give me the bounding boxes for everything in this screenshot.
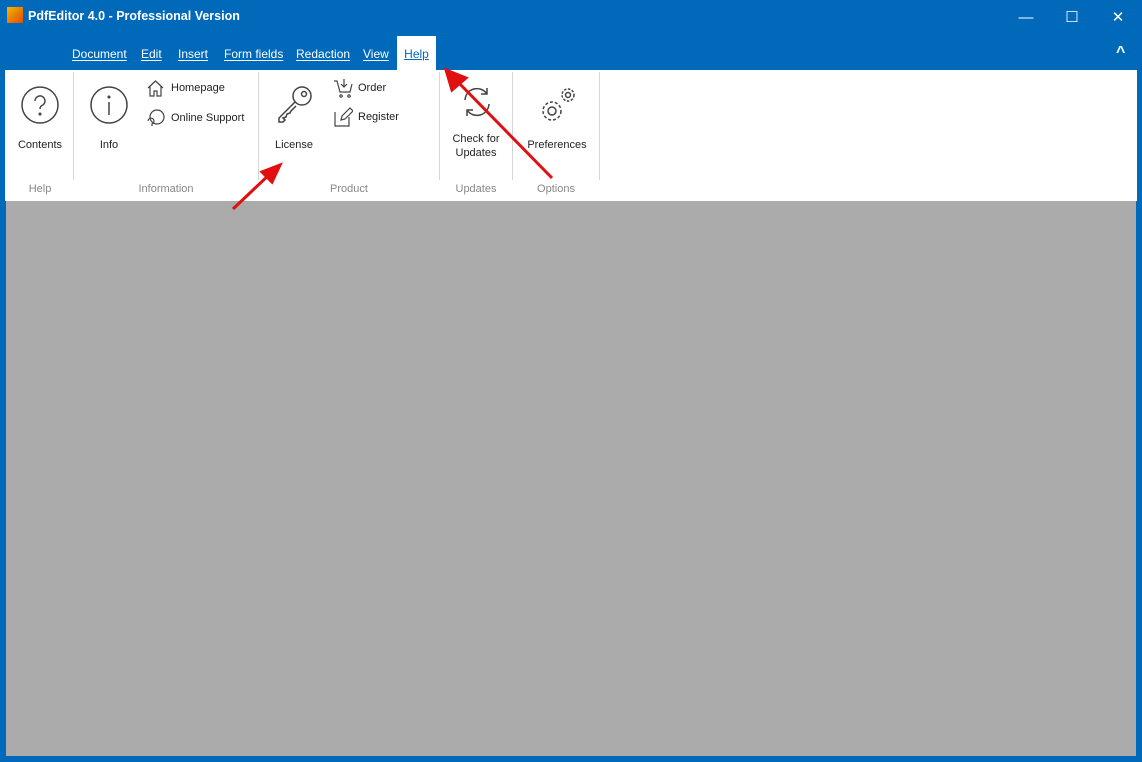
menu-edit[interactable]: Edit (141, 47, 162, 61)
maximize-button[interactable]: ☐ (1049, 0, 1095, 34)
contents-label: Contents (17, 139, 63, 151)
license-label: License (275, 139, 313, 151)
register-button[interactable]: Register (333, 107, 403, 127)
window-title: PdfEditor 4.0 - Professional Version (28, 9, 240, 23)
menu-document[interactable]: Document (72, 47, 127, 61)
document-canvas[interactable] (6, 201, 1136, 756)
menu-help[interactable]: Help (397, 36, 436, 71)
cart-icon (334, 79, 353, 98)
divider (599, 72, 600, 180)
close-button[interactable]: ✕ (1095, 0, 1141, 34)
home-icon (147, 80, 164, 97)
menu-form-fields[interactable]: Form fields (224, 47, 283, 61)
check-for-updates-button[interactable]: Check for Updates (444, 82, 508, 162)
order-button[interactable]: Order (333, 78, 393, 98)
group-help-label: Help (28, 183, 52, 195)
group-product-label: Product (330, 183, 368, 195)
divider (439, 72, 440, 180)
order-label: Order (358, 82, 387, 94)
info-icon (90, 86, 128, 124)
menu-insert[interactable]: Insert (178, 47, 208, 61)
menu-redaction[interactable]: Redaction (296, 47, 350, 61)
help-icon (21, 86, 59, 124)
key-icon (278, 86, 312, 123)
group-updates-label: Updates (455, 183, 497, 195)
divider (512, 72, 513, 180)
edit-icon (334, 107, 353, 127)
register-label: Register (358, 111, 399, 123)
updates-label: Updates (455, 147, 497, 159)
window-border (0, 756, 1142, 762)
app-logo-icon (7, 7, 23, 23)
preferences-label: Preferences (527, 139, 587, 151)
globe-help-icon (147, 109, 165, 126)
online-support-label: Online Support (171, 112, 245, 124)
homepage-button[interactable]: Homepage (146, 78, 246, 98)
divider (73, 72, 74, 180)
license-button[interactable]: License (266, 82, 322, 158)
info-button[interactable]: Info (80, 82, 138, 158)
group-options-label: Options (537, 183, 575, 195)
online-support-button[interactable]: Online Support (146, 108, 252, 128)
menu-view[interactable]: View (363, 47, 389, 61)
check-for-label: Check for (452, 133, 500, 145)
info-label: Info (99, 139, 119, 151)
contents-button[interactable]: Contents (8, 82, 72, 158)
divider (258, 72, 259, 180)
gears-icon (542, 88, 575, 121)
preferences-button[interactable]: Preferences (516, 82, 598, 158)
collapse-ribbon-button[interactable]: ^ (1116, 44, 1125, 62)
group-information-label: Information (138, 183, 194, 195)
minimize-button[interactable]: — (1003, 0, 1049, 34)
homepage-label: Homepage (171, 82, 225, 94)
refresh-icon (464, 87, 490, 117)
